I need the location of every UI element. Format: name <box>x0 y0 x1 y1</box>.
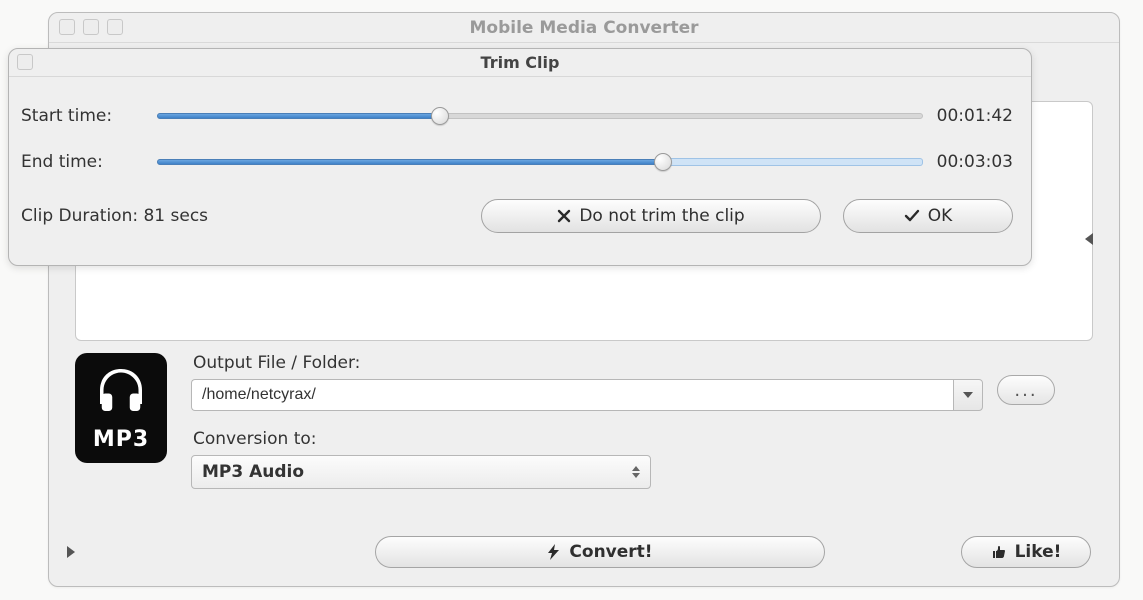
thumbs-up-icon <box>991 544 1007 560</box>
window-close-button[interactable] <box>59 19 75 35</box>
end-time-slider[interactable] <box>157 153 923 171</box>
slider-fill-secondary <box>663 158 923 166</box>
select-arrows-icon <box>632 466 640 478</box>
end-time-value: 00:03:03 <box>923 152 1013 172</box>
output-path-dropdown[interactable] <box>953 379 983 411</box>
close-icon <box>557 209 571 223</box>
check-icon <box>904 209 920 223</box>
browse-button[interactable]: ... <box>997 375 1055 405</box>
start-time-label: Start time: <box>19 106 157 126</box>
window-title: Mobile Media Converter <box>470 18 699 38</box>
trim-dialog-footer: Clip Duration: 81 secs Do not trim the c… <box>19 199 1013 233</box>
start-time-slider[interactable] <box>157 107 923 125</box>
convert-button[interactable]: Convert! <box>375 536 825 568</box>
start-time-value: 00:01:42 <box>923 106 1013 126</box>
start-time-row: Start time: 00:01:42 <box>19 93 1013 139</box>
window-max-button[interactable] <box>107 19 123 35</box>
bottom-bar: Convert! Like! <box>67 536 1101 568</box>
output-path-label: Output File / Folder: <box>193 353 983 373</box>
conversion-format-select[interactable]: MP3 Audio <box>191 455 651 489</box>
bolt-icon <box>547 544 561 560</box>
like-button[interactable]: Like! <box>961 536 1091 568</box>
trim-dialog-title: Trim Clip <box>481 53 560 72</box>
headphones-icon <box>93 365 149 419</box>
chevron-down-icon <box>963 392 973 398</box>
trim-clip-dialog: Trim Clip Start time: 00:01:42 End time:… <box>8 48 1032 266</box>
clip-duration-label: Clip Duration: 81 secs <box>21 206 208 226</box>
slider-fill <box>157 159 663 165</box>
dialog-close-button[interactable] <box>17 54 33 70</box>
end-time-row: End time: 00:03:03 <box>19 139 1013 185</box>
convert-button-label: Convert! <box>569 542 652 562</box>
collapse-panel-icon[interactable] <box>1085 233 1093 245</box>
do-not-trim-label: Do not trim the clip <box>579 206 744 226</box>
window-buttons <box>59 19 123 35</box>
format-badge-text: MP3 <box>93 427 149 452</box>
ok-button-label: OK <box>928 206 953 226</box>
like-button-label: Like! <box>1015 542 1062 562</box>
trim-dialog-body: Start time: 00:01:42 End time: 00:03:03 … <box>9 77 1031 245</box>
output-form: Output File / Folder: Conversion to: MP3… <box>191 347 983 489</box>
window-min-button[interactable] <box>83 19 99 35</box>
slider-thumb[interactable] <box>654 153 672 171</box>
format-badge: MP3 <box>75 353 167 463</box>
slider-fill <box>157 113 440 119</box>
browse-button-label: ... <box>1014 380 1037 401</box>
conversion-label: Conversion to: <box>193 429 983 449</box>
ok-button[interactable]: OK <box>843 199 1013 233</box>
conversion-format-value: MP3 Audio <box>202 462 304 482</box>
trim-dialog-titlebar[interactable]: Trim Clip <box>9 49 1031 77</box>
end-time-label: End time: <box>19 152 157 172</box>
slider-thumb[interactable] <box>431 107 449 125</box>
output-path-input[interactable] <box>191 379 953 411</box>
main-titlebar[interactable]: Mobile Media Converter <box>49 13 1119 43</box>
do-not-trim-button[interactable]: Do not trim the clip <box>481 199 821 233</box>
expand-panel-icon[interactable] <box>67 546 75 558</box>
